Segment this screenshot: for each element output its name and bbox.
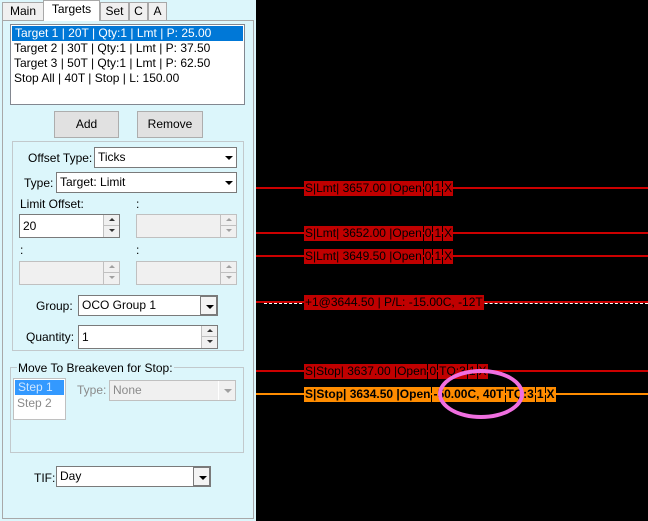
order-cell: 0 (428, 364, 438, 379)
tab-c[interactable]: C (129, 2, 148, 20)
price-chart[interactable]: S|Lmt| 3657.00 |Open 0 1 X S|Lmt| 3652.00 |O… (256, 0, 648, 521)
cancel-order-button[interactable]: X (545, 387, 556, 402)
order-cell: +1@3644.50 | P/L: -15.00C, -12T (304, 295, 484, 310)
chevron-down-icon (200, 296, 217, 315)
cancel-order-button[interactable]: X (443, 226, 454, 241)
stepper-up-icon (103, 262, 119, 273)
cancel-order-button[interactable]: X (443, 249, 454, 264)
position-label[interactable]: +1@3644.50 | P/L: -15.00C, -12T (304, 295, 485, 310)
breakeven-steps-list: Step 1 Step 2 (13, 378, 66, 420)
stepper-down-icon[interactable] (103, 226, 119, 237)
target-list-item[interactable]: Stop All | 40T | Stop | L: 150.00 (11, 71, 244, 86)
disabled-stepper (136, 261, 237, 285)
tab-strip: Main Targets Set C A (0, 0, 256, 21)
offset-type-label: Offset Type: (28, 151, 93, 165)
stepper-up-icon[interactable] (103, 215, 119, 226)
order-label[interactable]: S|Lmt| 3657.00 |Open 0 1 X (304, 181, 454, 196)
type-label: Type: (24, 176, 54, 190)
order-cell: S|Lmt| 3649.50 |Open (304, 249, 423, 264)
breakeven-type-label: Type: (77, 383, 107, 397)
order-cell: S|Lmt| 3657.00 |Open (304, 181, 423, 196)
target-list-item[interactable]: Target 2 | 30T | Qty:1 | Lmt | P: 37.50 (11, 41, 244, 56)
limit-offset-value: 20 (23, 219, 37, 233)
stepper-up-icon (220, 262, 236, 273)
tab-a[interactable]: A (148, 2, 167, 20)
target-type-value: Target: Limit (60, 175, 126, 189)
chevron-down-icon (219, 148, 236, 167)
order-cell: 0 (423, 249, 433, 264)
stepper-up-icon[interactable] (201, 326, 217, 337)
quantity-stepper[interactable]: 1 (78, 325, 218, 349)
group-label: Group: (36, 299, 73, 313)
stepper-down-icon (103, 273, 119, 284)
target-type-select[interactable]: Target: Limit (56, 172, 237, 193)
order-cell: 1 (433, 181, 443, 196)
offset-type-select[interactable]: Ticks (94, 147, 237, 168)
offset-type-value: Ticks (98, 150, 126, 164)
chevron-down-icon (219, 173, 236, 192)
order-cell: S|Stop| 3634.50 |Open (304, 387, 432, 402)
chevron-down-icon (218, 381, 235, 400)
order-settings-panel: Main Targets Set C A Target 1 | 20T | Qt… (0, 0, 256, 521)
order-cell: 0 (423, 226, 433, 241)
tab-main[interactable]: Main (2, 2, 44, 20)
highlight-circle (438, 369, 524, 419)
order-label[interactable]: S|Lmt| 3649.50 |Open 0 1 X (304, 249, 454, 264)
quantity-value: 1 (82, 330, 89, 344)
remove-button[interactable]: Remove (137, 111, 203, 138)
stepper-down-icon (220, 273, 236, 284)
step-list-item: Step 1 (15, 380, 64, 395)
tif-label: TIF: (34, 471, 56, 485)
order-cell: 0 (423, 181, 433, 196)
step-list-item: Step 2 (17, 396, 52, 410)
oco-group-select[interactable]: OCO Group 1 (78, 295, 218, 316)
order-cell: S|Lmt| 3652.00 |Open (304, 226, 423, 241)
field-colon-label: : (20, 243, 24, 257)
field-colon-label: : (136, 197, 140, 211)
tif-select[interactable]: Day (56, 466, 211, 487)
target-list-item[interactable]: Target 3 | 50T | Qty:1 | Lmt | P: 62.50 (11, 56, 244, 71)
limit-offset-stepper[interactable]: 20 (19, 214, 120, 238)
tab-set[interactable]: Set (100, 2, 129, 20)
order-cell: 1 (535, 387, 545, 402)
stepper-up-icon (220, 215, 236, 226)
order-label[interactable]: S|Lmt| 3652.00 |Open 0 1 X (304, 226, 454, 241)
cancel-order-button[interactable]: X (443, 181, 454, 196)
targets-list[interactable]: Target 1 | 20T | Qty:1 | Lmt | P: 25.00 … (10, 24, 245, 105)
order-cell: 1 (433, 249, 443, 264)
order-cell: S|Stop| 3637.00 |Open (304, 364, 428, 379)
breakeven-type-select: None (109, 380, 236, 401)
target-list-item[interactable]: Target 1 | 20T | Qty:1 | Lmt | P: 25.00 (12, 26, 243, 41)
stepper-down-icon (220, 226, 236, 237)
oco-group-value: OCO Group 1 (82, 298, 157, 312)
tif-value: Day (60, 469, 82, 483)
add-button[interactable]: Add (54, 111, 119, 138)
disabled-stepper (136, 214, 237, 238)
tab-targets[interactable]: Targets (43, 0, 100, 21)
breakeven-group-title: Move To Breakeven for Stop: (17, 361, 174, 375)
order-cell: 1 (433, 226, 443, 241)
field-colon-label: : (136, 243, 140, 257)
breakeven-type-value: None (113, 383, 142, 397)
disabled-stepper (19, 261, 120, 285)
limit-offset-label: Limit Offset: (20, 197, 84, 211)
chevron-down-icon (193, 467, 210, 486)
quantity-label: Quantity: (26, 330, 75, 344)
stepper-down-icon[interactable] (201, 337, 217, 348)
